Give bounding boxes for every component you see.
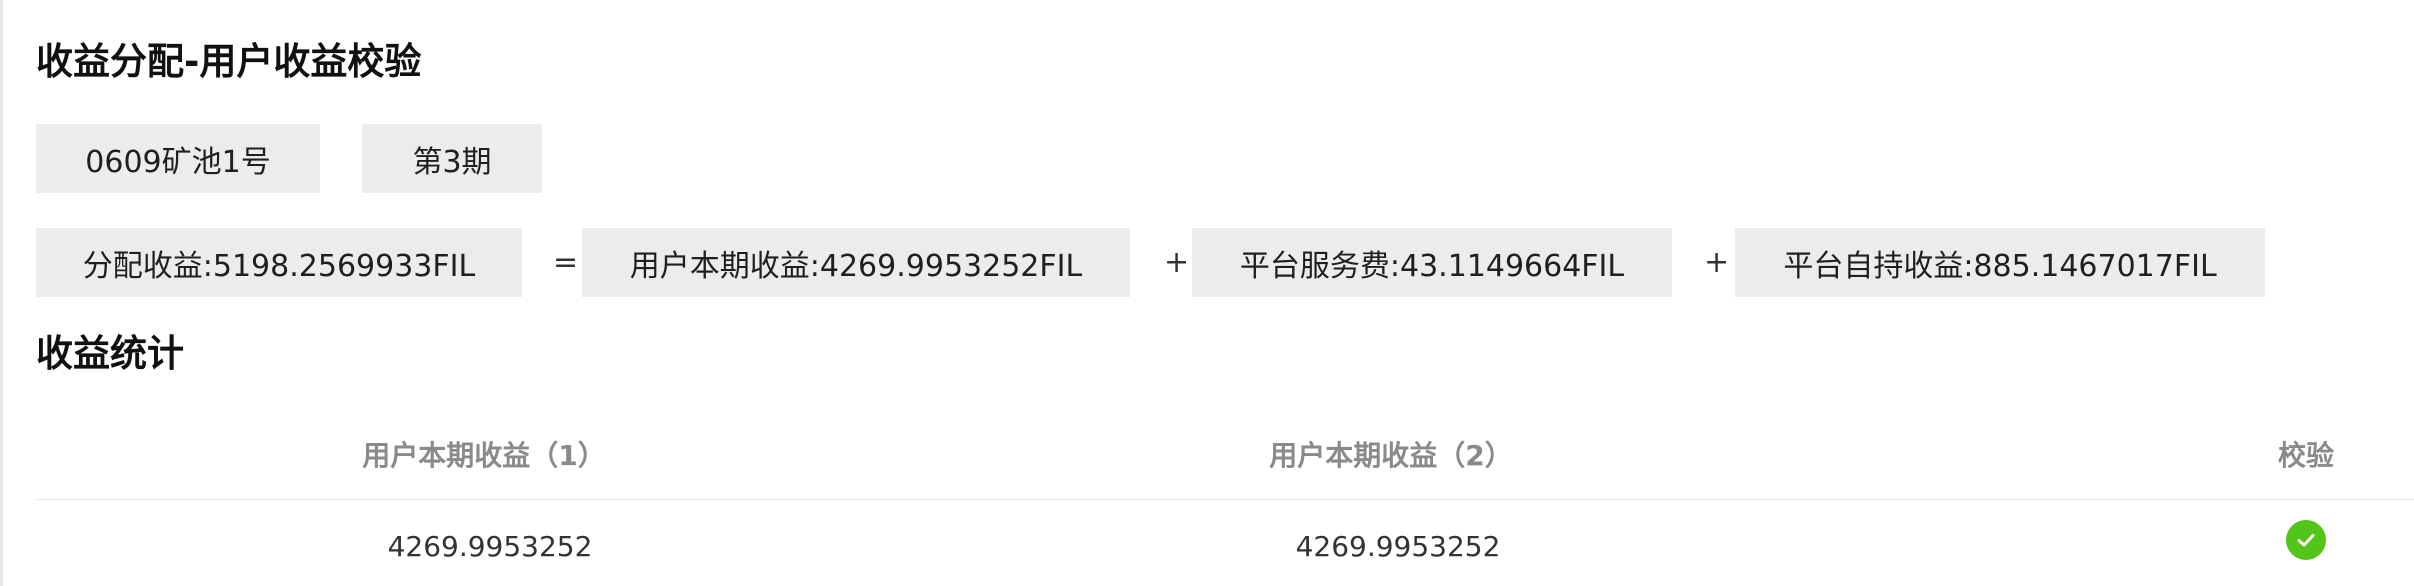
total-income-chip: 分配收益:5198.2569933FIL: [36, 228, 522, 297]
table-cell-income-1: 4269.9953252: [387, 530, 593, 563]
table-header-divider: [36, 499, 2414, 500]
column-header-verify: 校验: [2277, 439, 2335, 472]
plus-sign: +: [1704, 245, 1730, 280]
check-circle-icon: [2286, 520, 2326, 560]
left-border: [0, 0, 3, 586]
user-income-chip: 用户本期收益:4269.9953252FIL: [582, 228, 1130, 297]
revenue-verification-page: 收益分配-用户收益校验 0609矿池1号 第3期 分配收益:5198.25699…: [0, 0, 2414, 586]
pool-chip: 0609矿池1号: [36, 124, 320, 193]
table-cell-income-2: 4269.9953252: [1295, 530, 1501, 563]
plus-sign: +: [1164, 245, 1190, 280]
section-title: 收益统计: [36, 332, 184, 375]
self-held-income-chip: 平台自持收益:885.1467017FIL: [1735, 228, 2265, 297]
period-chip: 第3期: [362, 124, 542, 193]
column-header-income-2: 用户本期收益（2）: [1269, 439, 1513, 472]
checkmark-glyph: [2297, 534, 2315, 547]
equals-sign: =: [553, 245, 579, 280]
page-title: 收益分配-用户收益校验: [36, 40, 422, 83]
column-header-income-1: 用户本期收益（1）: [362, 439, 606, 472]
service-fee-chip: 平台服务费:43.1149664FIL: [1192, 228, 1672, 297]
